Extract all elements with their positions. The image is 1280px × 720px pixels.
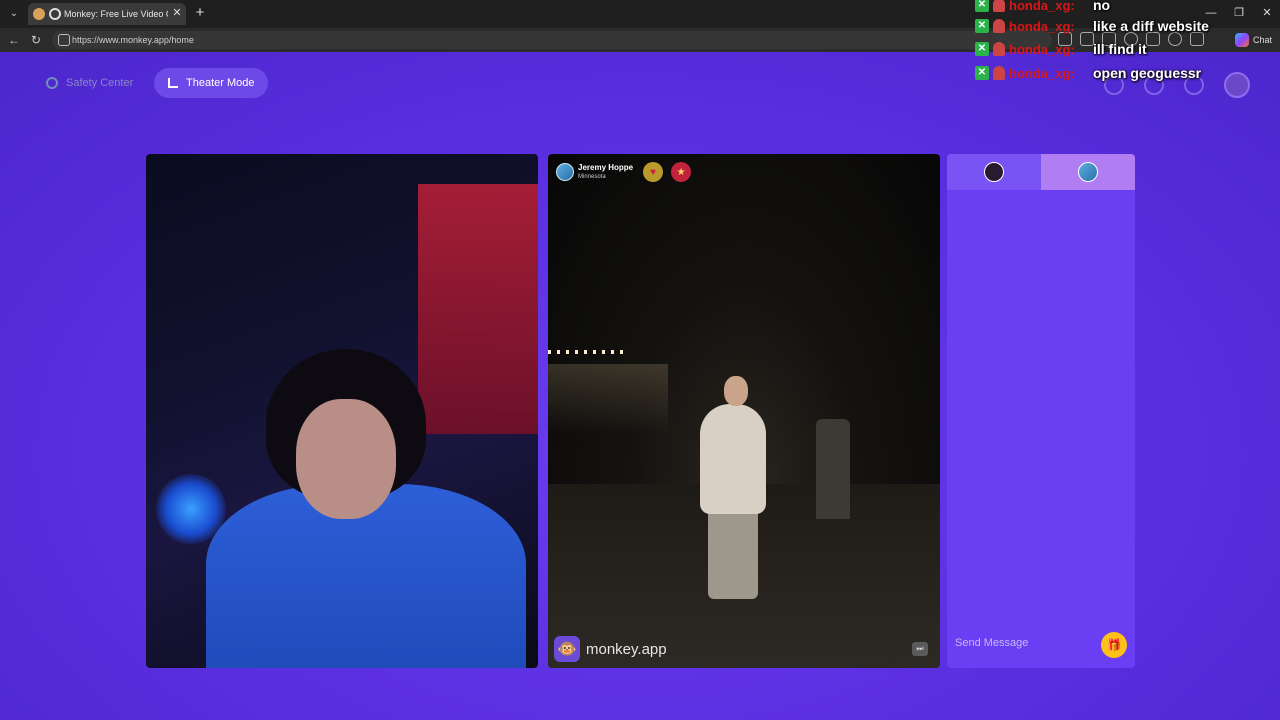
sub-badge-icon: ✕	[975, 42, 989, 56]
partner-body	[700, 404, 766, 514]
self-avatar	[984, 162, 1004, 182]
shield-icon	[46, 77, 58, 89]
theater-mode-button[interactable]: Theater Mode	[154, 68, 269, 98]
overlay-username: honda_xg:	[1009, 65, 1075, 81]
water-reflection	[548, 364, 668, 434]
partner-head	[724, 376, 748, 406]
copilot-chat-label: Chat	[1252, 35, 1272, 45]
overlay-username: honda_xg:	[1009, 0, 1075, 13]
maximize-button[interactable]: ❐	[1232, 4, 1246, 22]
user-badge-icon	[993, 42, 1005, 56]
tab-status-icon	[49, 8, 61, 20]
overlay-chat-message: ✕ honda_xg: open geoguessr	[975, 62, 1201, 84]
overlay-username: honda_xg:	[1009, 41, 1075, 57]
sub-badge-icon: ✕	[975, 66, 989, 80]
user-badge-icon	[993, 66, 1005, 80]
partner-chat-avatar	[1078, 162, 1098, 182]
partner-legs	[708, 509, 758, 599]
monkey-watermark: 🐵 monkey.app	[554, 636, 667, 662]
reload-icon[interactable]: ↻	[28, 32, 44, 48]
user-badge-icon	[993, 19, 1005, 33]
brand-text: monkey.app	[586, 640, 667, 658]
copilot-chat-button[interactable]: Chat	[1234, 32, 1272, 48]
overlay-message-text: ill find it	[1093, 41, 1147, 57]
back-arrow-icon[interactable]: ←	[6, 32, 22, 48]
new-tab-button[interactable]: +	[192, 5, 208, 21]
overlay-message-text: no	[1093, 0, 1111, 13]
gift-button[interactable]: 🎁	[1101, 632, 1127, 658]
overlay-message-text: like a diff website	[1093, 18, 1209, 34]
pier-post	[816, 419, 850, 519]
close-window-button[interactable]: ✕	[1260, 4, 1274, 22]
overlay-message-text: open geoguessr	[1093, 65, 1202, 81]
copilot-icon	[1234, 33, 1249, 47]
partner-location: Minnesota	[578, 174, 606, 180]
expand-icon	[168, 78, 178, 88]
theater-mode-label: Theater Mode	[186, 77, 255, 89]
partner-video-feed: Jeremy Hoppe Minnesota ♥ ★ 🐵 monkey.app …	[548, 154, 940, 668]
partner-avatar[interactable]	[556, 163, 574, 181]
gift-icon[interactable]: ★	[671, 162, 692, 182]
monkey-app-page: Safety Center Theater Mode Jeremy Hoppe …	[0, 52, 1280, 720]
gift-icon: 🎁	[1106, 638, 1122, 652]
send-message-input[interactable]	[955, 632, 1095, 654]
sub-badge-icon: ✕	[975, 19, 989, 33]
self-video-feed	[146, 154, 538, 668]
partner-text: Jeremy Hoppe Minnesota	[578, 163, 633, 181]
skip-next-icon[interactable]: ⏭	[912, 642, 928, 656]
chat-panel: 🎁	[947, 154, 1135, 668]
tab-close-icon[interactable]: ✕	[170, 6, 184, 20]
chat-tabs	[947, 154, 1135, 190]
red-light-backdrop	[418, 184, 538, 434]
url-field[interactable]: https://www.monkey.app/home	[52, 31, 1052, 49]
overlay-chat-message: ✕ honda_xg: no	[975, 0, 1110, 16]
distant-lights	[548, 350, 628, 354]
chat-tab-partner[interactable]	[1041, 154, 1135, 190]
overlay-username: honda_xg:	[1009, 18, 1075, 34]
partner-info-chip[interactable]: Jeremy Hoppe Minnesota ♥ ★	[556, 162, 692, 182]
user-avatar[interactable]	[1224, 72, 1250, 98]
monkey-icon: 🐵	[554, 636, 580, 662]
tab-list-menu-icon[interactable]: ⌄	[4, 4, 24, 24]
browser-tab[interactable]: Monkey: Free Live Video Chat ✕	[28, 3, 186, 25]
sub-badge-icon: ✕	[975, 0, 989, 12]
safety-center-label: Safety Center	[66, 77, 134, 89]
chat-tab-self[interactable]	[947, 154, 1041, 190]
partner-name: Jeremy Hoppe	[578, 163, 634, 172]
monkey-favicon-icon	[33, 8, 45, 20]
heart-icon[interactable]: ♥	[643, 162, 664, 182]
person-face	[296, 399, 396, 519]
user-badge-icon	[993, 0, 1005, 12]
safety-center-button[interactable]: Safety Center	[32, 68, 147, 98]
overlay-chat-message: ✕ honda_xg: like a diff website	[975, 15, 1209, 37]
url-text[interactable]: https://www.monkey.app/home	[72, 34, 194, 46]
tab-title: Monkey: Free Live Video Chat	[64, 9, 168, 19]
overlay-chat-message: ✕ honda_xg: ill find it	[975, 38, 1147, 60]
window-controls: — ❐ ✕	[1204, 4, 1274, 22]
site-info-icon[interactable]	[58, 34, 70, 46]
